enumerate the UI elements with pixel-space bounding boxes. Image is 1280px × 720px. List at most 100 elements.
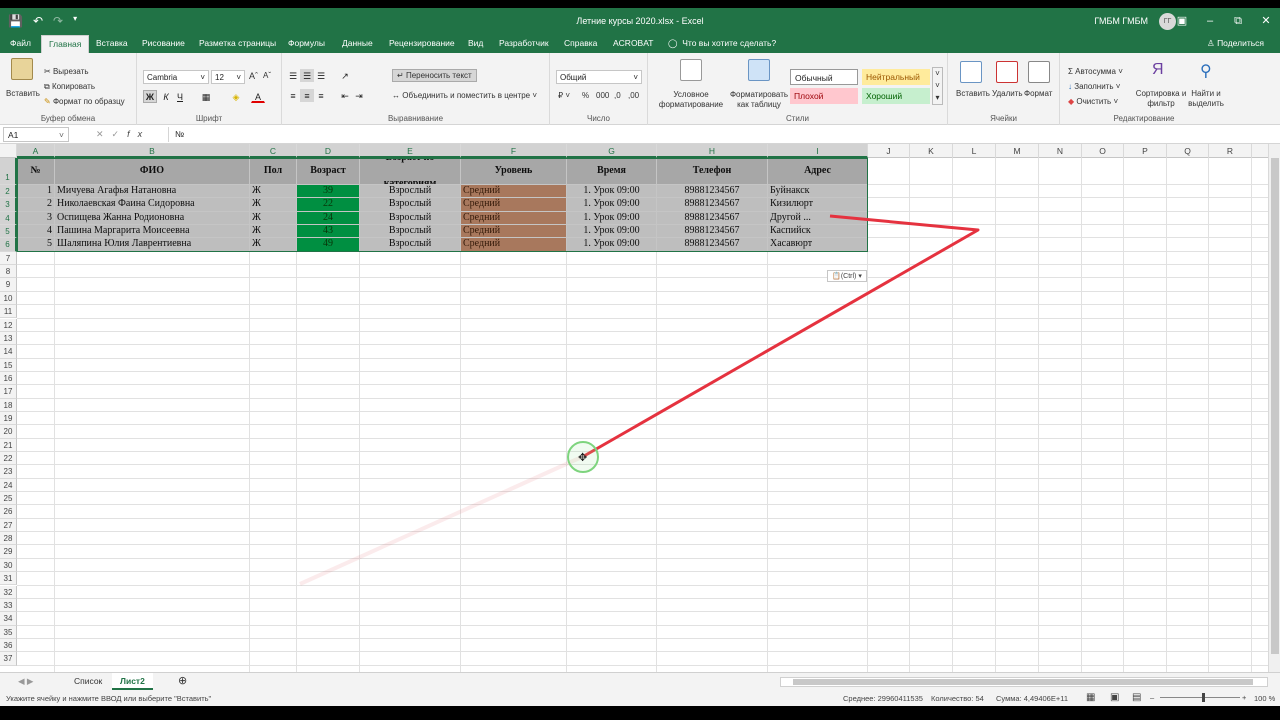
cell-time[interactable]: 1. Урок 09:00 [567,225,656,238]
merge-center-button[interactable]: ↔ Объединить и поместить в центре ˅ [392,91,537,100]
decrease-indent-icon[interactable]: ⇤ [338,89,352,102]
cell-time[interactable]: 1. Урок 09:00 [567,238,656,251]
cell-time[interactable]: 1. Урок 09:00 [567,198,656,211]
cell-num[interactable]: 1 [17,185,54,198]
cell-fio[interactable]: Мичуева Агафья Натановна [55,185,249,198]
row-header[interactable]: 30 [0,558,17,573]
column-header-a[interactable]: A [17,144,55,158]
cell-age[interactable]: 43 [297,225,359,238]
cell-agecat[interactable]: Взрослый [360,185,460,198]
row-header[interactable]: 20 [0,425,17,439]
cell-address[interactable]: Кизилюрт [768,198,867,211]
formula-input[interactable]: № [168,127,1268,142]
align-middle-icon[interactable]: ☰ [300,69,314,82]
cell-level[interactable]: Средний [461,225,566,238]
clear-button[interactable]: ◆ Очистить ˅ [1068,97,1118,106]
column-header-k[interactable]: K [910,144,953,158]
tab-insert[interactable]: Вставка [96,38,128,48]
shrink-font-icon[interactable]: Aˇ [263,71,271,80]
cell-gender[interactable]: Ж [250,211,296,225]
increase-decimal-icon[interactable]: ,0 [614,91,621,100]
cell-fio[interactable]: Николаевская Фаина Сидоровна [55,198,249,211]
bold-icon[interactable]: Ж [143,90,157,103]
close-icon[interactable]: ✕ [1252,8,1280,35]
cell-gender[interactable]: Ж [250,198,296,211]
style-bad[interactable]: Плохой [790,88,858,104]
cell-level[interactable]: Средний [461,198,566,211]
number-format-select[interactable]: Общий ˅ [556,70,642,84]
font-size-select[interactable]: 12 ˅ [211,70,245,84]
column-header-b[interactable]: B [55,144,250,158]
row-header[interactable]: 6 [0,238,17,252]
column-header-r[interactable]: R [1209,144,1252,158]
row-header[interactable]: 27 [0,518,17,533]
row-header[interactable]: 33 [0,598,17,613]
fill-button[interactable]: ↓ Заполнить ˅ [1068,82,1120,91]
paste-options-button[interactable]: 📋(Ctrl) ▾ [827,270,867,282]
column-header-e[interactable]: E [360,144,461,158]
row-header[interactable]: 18 [0,398,17,412]
row-header[interactable]: 34 [0,612,17,626]
zoom-in-icon[interactable]: + [1242,693,1246,702]
wrap-text-button[interactable]: ↵ Переносить текст [392,69,477,82]
borders-icon[interactable]: ▦ [199,90,213,103]
cell-phone[interactable]: 89881234567 [657,185,767,198]
cell-fio[interactable]: Шаляпина Юлия Лаврентиевна [55,238,249,251]
format-painter-button[interactable]: ✎ Формат по образцу [44,97,125,106]
cell-address[interactable]: Адрес [768,158,867,184]
row-header[interactable]: 22 [0,452,17,466]
row-header[interactable]: 8 [0,265,17,279]
cell-gender[interactable]: Ж [250,238,296,251]
cell-age[interactable]: 49 [297,238,359,251]
row-header[interactable]: 31 [0,572,17,586]
align-left-icon[interactable]: ≡ [286,89,300,102]
cell-agecat[interactable]: Взрослый [360,238,460,251]
row-header[interactable]: 4 [0,211,17,226]
maximize-icon[interactable]: ⧉ [1224,8,1252,35]
cell-agecat[interactable]: Взрослый [360,211,460,225]
column-header-p[interactable]: P [1124,144,1167,158]
cell-phone[interactable]: Телефон [657,158,767,184]
row-header[interactable]: 25 [0,492,17,506]
minimize-icon[interactable]: – [1196,8,1224,35]
percent-icon[interactable]: % [582,91,589,100]
select-all-corner[interactable] [0,144,17,158]
row-header[interactable]: 15 [0,358,17,372]
zoom-slider-thumb[interactable] [1202,693,1205,702]
row-header[interactable]: 26 [0,505,17,519]
vertical-scrollbar[interactable] [1268,144,1280,672]
cell-num[interactable]: 3 [17,211,54,225]
row-header[interactable]: 2 [0,185,17,199]
italic-icon[interactable]: К [159,90,173,103]
grow-font-icon[interactable]: Aˆ [249,71,258,81]
horizontal-scrollbar[interactable] [780,677,1268,687]
currency-icon[interactable]: ₽ ˅ [558,91,570,100]
increase-indent-icon[interactable]: ⇥ [352,89,366,102]
style-good[interactable]: Хороший [862,88,930,104]
zoom-out-icon[interactable]: – [1150,693,1154,702]
cell-time[interactable]: Время [567,158,656,184]
tab-draw[interactable]: Рисование [142,38,185,48]
row-header[interactable]: 35 [0,625,17,639]
page-break-view-icon[interactable]: ▤ [1132,692,1141,703]
column-header-h[interactable]: H [657,144,768,158]
tab-review[interactable]: Рецензирование [389,38,455,48]
cell-age[interactable]: 39 [297,185,359,198]
tab-data[interactable]: Данные [342,38,373,48]
cell-phone[interactable]: 89881234567 [657,211,767,225]
tab-acrobat[interactable]: ACROBAT [613,38,653,48]
cell-age[interactable]: 22 [297,198,359,211]
row-header[interactable]: 11 [0,305,17,319]
font-name-select[interactable]: Cambria ˅ [143,70,209,84]
add-sheet-icon[interactable]: ⊕ [170,673,195,690]
cell-level[interactable]: Уровень [461,158,566,184]
cell-fio[interactable]: Оспищева Жанна Родионовна [55,211,249,225]
cancel-icon[interactable]: ✕ [96,129,112,139]
vertical-scroll-thumb[interactable] [1271,158,1279,654]
cell-age[interactable]: Возраст [297,158,359,184]
row-header[interactable]: 7 [0,251,17,266]
name-box[interactable]: A1 ˅ [3,127,69,142]
copy-button[interactable]: ⧉ Копировать [44,82,95,92]
sheet-tab-spisok[interactable]: Список [66,673,110,690]
cell-address[interactable]: Каспийск [768,225,867,238]
